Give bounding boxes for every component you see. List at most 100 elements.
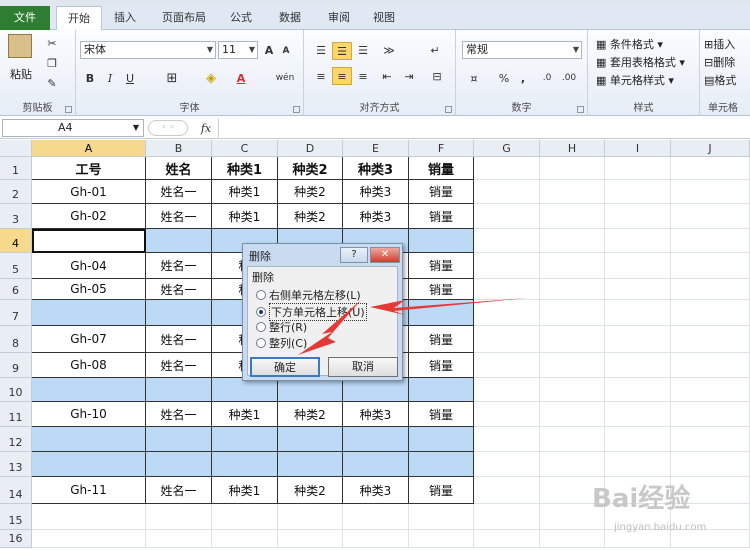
shrink-font-icon[interactable]: A xyxy=(280,44,292,58)
table-cell[interactable] xyxy=(343,378,409,402)
table-cell[interactable]: 种类3 xyxy=(343,402,409,427)
ok-button[interactable]: 确定 xyxy=(250,357,320,377)
table-cell[interactable] xyxy=(540,253,605,279)
row-header[interactable]: 5 xyxy=(0,253,32,279)
table-cell[interactable]: Gh-04 xyxy=(32,253,146,279)
font-launcher-icon[interactable] xyxy=(293,106,300,113)
column-header[interactable]: B xyxy=(146,140,212,157)
table-cell[interactable]: 种类2 xyxy=(278,204,343,229)
table-cell[interactable]: 姓名一 xyxy=(146,477,212,504)
table-cell[interactable]: 种类2 xyxy=(278,157,343,180)
table-cell[interactable] xyxy=(671,253,750,279)
bold-button[interactable]: B xyxy=(82,70,98,86)
table-cell[interactable]: 种类3 xyxy=(343,180,409,204)
table-cell[interactable]: 种类2 xyxy=(278,477,343,504)
table-cell[interactable]: 销量 xyxy=(409,326,474,353)
copy-icon[interactable]: ❐ xyxy=(44,56,60,70)
currency-icon[interactable]: ¤ xyxy=(464,70,484,86)
comma-button[interactable]: , xyxy=(516,70,530,86)
table-cell[interactable] xyxy=(146,452,212,477)
table-cell[interactable]: Gh-08 xyxy=(32,353,146,378)
clipboard-launcher-icon[interactable] xyxy=(65,106,72,113)
table-cell[interactable] xyxy=(474,477,540,504)
table-cell[interactable]: Gh-10 xyxy=(32,402,146,427)
table-cell[interactable] xyxy=(343,452,409,477)
help-button[interactable]: ? xyxy=(340,247,368,263)
percent-button[interactable]: % xyxy=(496,70,512,86)
row-header[interactable]: 15 xyxy=(0,504,32,530)
wrap-text-icon[interactable]: ↵ xyxy=(426,42,444,58)
table-cell[interactable] xyxy=(671,427,750,452)
table-cell[interactable] xyxy=(671,204,750,229)
orientation-icon[interactable]: ≫ xyxy=(378,42,400,58)
table-cell[interactable] xyxy=(32,300,146,326)
table-cell[interactable] xyxy=(605,279,671,300)
table-cell[interactable]: 姓名一 xyxy=(146,402,212,427)
font-name-combo[interactable]: 宋体 ▼ xyxy=(80,41,216,59)
format-cells-button[interactable]: ▤格式 xyxy=(704,72,736,88)
table-cell[interactable] xyxy=(540,326,605,353)
table-cell[interactable] xyxy=(540,157,605,180)
table-cell[interactable] xyxy=(146,229,212,253)
table-cell[interactable] xyxy=(671,353,750,378)
row-header[interactable]: 9 xyxy=(0,353,32,378)
table-cell[interactable] xyxy=(605,300,671,326)
table-cell[interactable] xyxy=(474,229,540,253)
table-cell[interactable]: Gh-02 xyxy=(32,204,146,229)
table-cell[interactable]: 姓名一 xyxy=(146,353,212,378)
radio-selected-icon[interactable] xyxy=(256,307,266,317)
column-header[interactable]: A xyxy=(32,140,146,157)
table-cell[interactable] xyxy=(605,180,671,204)
table-cell[interactable] xyxy=(146,378,212,402)
table-cell[interactable]: 种类2 xyxy=(278,180,343,204)
format-painter-icon[interactable]: ✎ xyxy=(44,76,60,90)
table-cell[interactable] xyxy=(343,504,409,530)
radio-icon[interactable] xyxy=(256,322,266,332)
table-cell[interactable] xyxy=(32,229,146,253)
table-cell[interactable]: 销量 xyxy=(409,477,474,504)
align-middle-icon[interactable]: ☰ xyxy=(332,42,352,60)
tab-insert[interactable]: 插入 xyxy=(104,6,146,30)
tab-file[interactable]: 文件 xyxy=(0,6,50,30)
align-top-icon[interactable]: ☰ xyxy=(312,42,330,58)
column-header[interactable]: C xyxy=(212,140,278,157)
table-cell[interactable] xyxy=(605,427,671,452)
table-cell[interactable] xyxy=(32,504,146,530)
row-header[interactable]: 14 xyxy=(0,477,32,504)
table-cell[interactable] xyxy=(474,452,540,477)
table-cell[interactable]: Gh-07 xyxy=(32,326,146,353)
font-color-icon[interactable]: A xyxy=(232,70,250,86)
align-left-icon[interactable]: ≡ xyxy=(312,68,330,84)
table-cell[interactable] xyxy=(671,300,750,326)
table-cell[interactable] xyxy=(540,353,605,378)
select-all-corner[interactable] xyxy=(0,140,32,157)
table-cell[interactable] xyxy=(605,402,671,427)
column-header[interactable]: G xyxy=(474,140,540,157)
tab-review[interactable]: 审阅 xyxy=(320,6,358,30)
table-cell[interactable]: 姓名一 xyxy=(146,326,212,353)
fill-color-icon[interactable]: ◈ xyxy=(200,70,222,86)
table-cell[interactable] xyxy=(32,378,146,402)
table-cell[interactable] xyxy=(540,229,605,253)
table-cell[interactable] xyxy=(474,353,540,378)
insert-cells-button[interactable]: ⊞插入 xyxy=(704,36,735,52)
row-header[interactable]: 1 xyxy=(0,157,32,180)
table-cell[interactable] xyxy=(212,378,278,402)
table-cell[interactable]: 种类3 xyxy=(343,477,409,504)
table-cell[interactable] xyxy=(343,530,409,548)
table-cell[interactable] xyxy=(212,530,278,548)
table-cell[interactable] xyxy=(278,504,343,530)
option-shift-left[interactable]: 右侧单元格左移(L) xyxy=(256,287,361,303)
table-cell[interactable] xyxy=(671,326,750,353)
table-cell[interactable] xyxy=(540,402,605,427)
table-cell[interactable] xyxy=(32,427,146,452)
align-right-icon[interactable]: ≡ xyxy=(354,68,372,84)
table-cell[interactable] xyxy=(32,452,146,477)
table-cell[interactable] xyxy=(409,452,474,477)
table-cell[interactable] xyxy=(474,180,540,204)
table-cell[interactable]: Gh-01 xyxy=(32,180,146,204)
row-header[interactable]: 16 xyxy=(0,530,32,548)
table-cell[interactable] xyxy=(540,300,605,326)
table-cell[interactable] xyxy=(474,378,540,402)
cut-icon[interactable]: ✂ xyxy=(44,36,60,50)
